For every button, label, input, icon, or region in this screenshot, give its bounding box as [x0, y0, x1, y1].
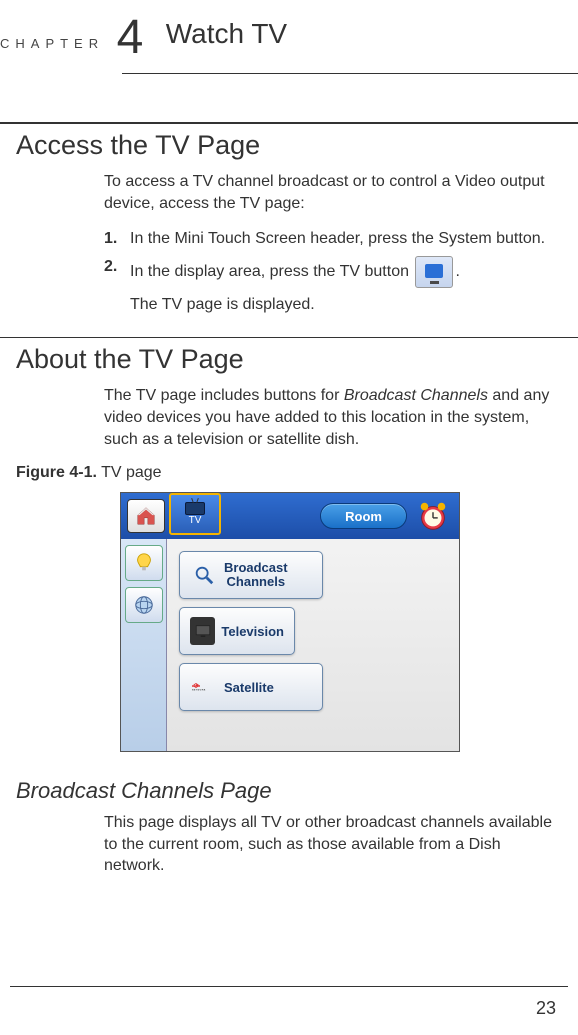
tv-button-icon — [415, 256, 453, 288]
step-2-text-before: In the display area, press the TV button — [130, 263, 409, 280]
clock-button[interactable] — [413, 496, 453, 536]
ui-topbar: TV Room — [121, 493, 459, 539]
tv-icon — [185, 502, 205, 515]
chapter-number: 4 — [117, 11, 144, 64]
footer-rule — [10, 986, 568, 987]
satellite-label: Satellite — [224, 680, 274, 695]
section-divider — [0, 122, 578, 124]
heading-broadcast-channels-page: Broadcast Channels Page — [16, 778, 578, 804]
chapter-label: CHAPTER — [0, 36, 104, 51]
television-label: Television — [221, 624, 284, 639]
satellite-button[interactable]: d sh NETWORK Satellite — [179, 663, 323, 711]
ui-sidebar — [121, 539, 167, 751]
figure-number: Figure 4-1. — [16, 464, 97, 481]
dish-icon: d sh NETWORK — [190, 673, 218, 701]
room-label: Room — [345, 509, 382, 524]
room-selector[interactable]: Room — [320, 503, 407, 529]
tv-tab[interactable]: TV — [169, 493, 221, 535]
tv-device-icon — [190, 617, 215, 645]
step-2-text: In the display area, press the TV button… — [130, 256, 554, 316]
television-button[interactable]: Television — [179, 607, 295, 655]
section-divider-thin — [0, 337, 578, 338]
heading-about-tv-page: About the TV Page — [16, 344, 578, 375]
step-1-text: In the Mini Touch Screen header, press t… — [130, 228, 554, 250]
ui-main-area: Broadcast Channels Television d sh NETWO… — [167, 539, 459, 751]
broadcast-channels-body: This page displays all TV or other broad… — [104, 812, 554, 877]
step-1: 1. In the Mini Touch Screen header, pres… — [104, 228, 554, 250]
page-number: 23 — [536, 998, 556, 1019]
chapter-rule — [122, 73, 578, 74]
home-icon — [135, 505, 157, 527]
about-text: The TV page includes buttons for Broadca… — [104, 385, 554, 450]
heading-access-tv-page: Access the TV Page — [16, 130, 578, 161]
chapter-header: CHAPTER 4 Watch TV — [0, 0, 578, 74]
sidebar-lighting-button[interactable] — [125, 545, 163, 581]
figure-title: TV page — [97, 464, 162, 481]
tv-tab-label: TV — [189, 515, 202, 526]
sidebar-web-button[interactable] — [125, 587, 163, 623]
step-2-period: . — [455, 263, 459, 280]
about-text-em: Broadcast Channels — [344, 387, 488, 404]
globe-icon — [133, 594, 155, 616]
tv-page-screenshot: TV Room — [120, 492, 460, 752]
broadcast-channels-label: Broadcast Channels — [224, 561, 288, 590]
intro-text: To access a TV channel broadcast or to c… — [104, 171, 554, 214]
about-text-a: The TV page includes buttons for — [104, 387, 344, 404]
svg-text:NETWORK: NETWORK — [192, 690, 206, 692]
step-2: 2. In the display area, press the TV but… — [104, 256, 554, 316]
bulb-icon — [133, 552, 155, 574]
step-1-number: 1. — [104, 228, 130, 250]
figure-caption: Figure 4-1. TV page — [16, 464, 578, 482]
chapter-title: Watch TV — [166, 18, 287, 49]
broadcast-channels-button[interactable]: Broadcast Channels — [179, 551, 323, 599]
step-2-result: The TV page is displayed. — [130, 294, 554, 316]
search-icon — [190, 561, 218, 589]
clock-icon — [416, 499, 450, 533]
step-2-number: 2. — [104, 256, 130, 278]
home-button[interactable] — [127, 499, 165, 533]
